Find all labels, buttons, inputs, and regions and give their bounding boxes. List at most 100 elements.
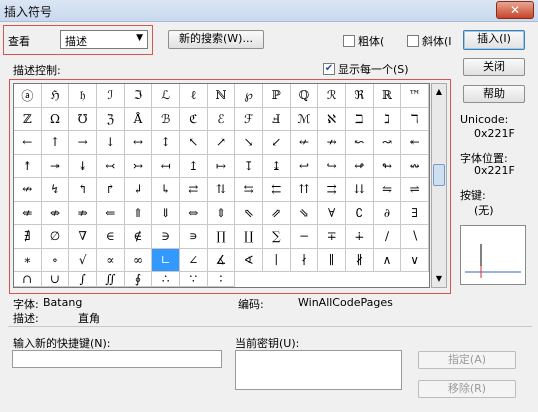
italic-checkbox-box[interactable]	[407, 35, 419, 47]
symbol-cell[interactable]: ↓	[96, 131, 125, 155]
symbol-cell[interactable]: ℵ	[318, 107, 346, 131]
symbol-cell[interactable]: ∗	[14, 248, 42, 272]
symbol-cell[interactable]: ∴	[152, 272, 180, 287]
symbol-cell[interactable]: ⇐	[96, 201, 125, 225]
symbol-cell[interactable]: ↥	[179, 154, 208, 178]
symbol-cell[interactable]: ∠	[179, 248, 208, 272]
symbol-cell[interactable]: Å	[124, 107, 153, 131]
symbol-cell[interactable]: ∪	[41, 272, 70, 287]
symbol-cell[interactable]: ↔	[124, 131, 153, 155]
close-icon[interactable]: ✕	[496, 1, 534, 19]
symbol-cell[interactable]: ⇍	[14, 201, 42, 225]
symbol-cell[interactable]: ↮	[14, 178, 42, 202]
grid-scrollbar[interactable]: ▲ ▼	[431, 83, 447, 288]
symbol-cell[interactable]: ⇈	[290, 178, 319, 202]
symbol-cell[interactable]: ↫	[345, 154, 374, 178]
symbol-cell[interactable]: ⇘	[290, 201, 319, 225]
symbol-cell[interactable]: 𝔥	[69, 84, 97, 108]
symbol-cell[interactable]: ⇏	[69, 201, 97, 225]
symbol-cell[interactable]: ℱ	[235, 107, 263, 131]
symbol-cell[interactable]: ∡	[207, 248, 236, 272]
symbol-cell[interactable]: ℤ	[14, 107, 42, 131]
symbol-cell[interactable]: ∢	[235, 248, 263, 272]
symbol-cell[interactable]: ⇅	[207, 178, 236, 202]
symbol-cell[interactable]: ↟	[14, 154, 42, 178]
symbol-cell[interactable]: √	[69, 248, 97, 272]
scroll-down-icon[interactable]: ▼	[433, 272, 445, 286]
symbol-cell[interactable]: Ⅎ	[262, 107, 291, 131]
symbol-cell[interactable]: ⇖	[235, 201, 263, 225]
remove-button[interactable]: 移除(R)	[418, 380, 516, 398]
symbol-cell[interactable]: ∨	[401, 248, 429, 272]
symbol-cell[interactable]: ←	[14, 131, 42, 155]
symbol-cell[interactable]: ∑	[262, 225, 291, 249]
symbol-cell[interactable]: ↜	[345, 131, 374, 155]
symbol-cell[interactable]: ↳	[152, 178, 180, 202]
symbol-cell[interactable]: ℓ	[179, 84, 208, 108]
symbol-cell[interactable]: ↛	[318, 131, 346, 155]
symbol-cell[interactable]: ℳ	[290, 107, 319, 131]
symbol-cell[interactable]: ⇉	[318, 178, 346, 202]
symbol-cell[interactable]: ∤	[290, 248, 319, 272]
symbol-cell[interactable]: ∂	[373, 201, 402, 225]
symbol-cell[interactable]: ℧	[69, 107, 97, 131]
help-button[interactable]: 帮助	[463, 85, 525, 103]
symbol-cell[interactable]: ℌ	[41, 84, 70, 108]
symbol-cell[interactable]: ∟	[152, 248, 180, 272]
symbol-cell[interactable]: ℛ	[318, 84, 346, 108]
symbol-cell[interactable]: ∓	[318, 225, 346, 249]
symbol-cell[interactable]: ∃	[401, 201, 429, 225]
symbol-cell[interactable]: ℜ	[345, 84, 374, 108]
symbol-cell[interactable]: −	[290, 225, 319, 249]
symbol-cell[interactable]: ℘	[235, 84, 263, 108]
symbol-cell[interactable]: ↙	[262, 131, 291, 155]
symbol-cell[interactable]: ™	[401, 84, 429, 108]
symbol-cell[interactable]: ⇌	[401, 178, 429, 202]
symbol-cell[interactable]: ↢	[96, 154, 125, 178]
symbol-cell[interactable]: ⓐ	[14, 84, 42, 108]
symbol-cell[interactable]: ↨	[262, 154, 291, 178]
new-search-button[interactable]: 新的搜索(W)...	[168, 30, 264, 49]
symbol-cell[interactable]: ∍	[179, 225, 208, 249]
symbol-cell[interactable]: ℷ	[373, 107, 402, 131]
symbol-cell[interactable]: ↣	[124, 154, 153, 178]
scroll-thumb[interactable]	[433, 164, 445, 186]
symbol-cell[interactable]: ∧	[373, 248, 402, 272]
symbol-cell[interactable]: ∘	[41, 248, 70, 272]
symbol-cell[interactable]: ℭ	[179, 107, 208, 131]
symbol-grid[interactable]: ⓐ ℌ𝔥 ℐ ℑ ℒℓ ℕ ℘ ℙ ℚ ℛ ℜ ℝ ™ ℤ Ω ℧ ℨ Å ℬ ℭ ℰ ℱ Ⅎ ℳ ℵ ℶ ℷ ℸ ← ↑ → ↓ ↔ ↕ ↖ ↗ ↘ ↙…	[13, 83, 430, 288]
symbol-cell[interactable]: ⇔	[179, 201, 208, 225]
symbol-cell[interactable]: ⇋	[373, 178, 402, 202]
symbol-cell[interactable]: ℸ	[401, 107, 429, 131]
assign-button[interactable]: 指定(A)	[418, 351, 516, 369]
symbol-cell[interactable]: ∄	[14, 225, 42, 249]
symbol-cell[interactable]: ⇊	[345, 178, 374, 202]
insert-button[interactable]: 插入(I)	[463, 30, 525, 50]
symbol-cell[interactable]: →	[69, 131, 97, 155]
symbol-cell[interactable]: ∣	[262, 248, 291, 272]
symbol-cell[interactable]: ↦	[207, 154, 236, 178]
symbol-cell[interactable]: ↲	[124, 178, 153, 202]
symbol-cell[interactable]: ∬	[96, 272, 125, 287]
symbol-cell[interactable]: ⇄	[179, 178, 208, 202]
symbol-cell[interactable]: ∉	[124, 225, 153, 249]
symbol-cell[interactable]: ∔	[345, 225, 374, 249]
symbol-cell[interactable]: ↤	[152, 154, 180, 178]
symbol-cell[interactable]: ↱	[96, 178, 125, 202]
current-key-list[interactable]	[235, 350, 402, 390]
symbol-cell[interactable]: ↩	[290, 154, 319, 178]
symbol-cell[interactable]: ℰ	[207, 107, 236, 131]
symbol-cell[interactable]: ∶	[207, 272, 236, 287]
bold-checkbox-box[interactable]	[343, 35, 355, 47]
symbol-cell[interactable]: ↯	[41, 178, 70, 202]
symbol-cell[interactable]: ℶ	[345, 107, 374, 131]
symbol-cell[interactable]: ℨ	[96, 107, 125, 131]
bold-checkbox[interactable]: 粗体(	[343, 33, 384, 49]
symbol-cell[interactable]: ↧	[235, 154, 263, 178]
symbol-cell[interactable]: ∐	[235, 225, 263, 249]
symbol-cell[interactable]: ∮	[124, 272, 153, 287]
symbol-cell[interactable]: ∫	[69, 272, 97, 287]
symbol-cell[interactable]: ↗	[207, 131, 236, 155]
symbol-cell[interactable]: ⇆	[235, 178, 263, 202]
check-icon[interactable]: ✔	[323, 63, 335, 75]
